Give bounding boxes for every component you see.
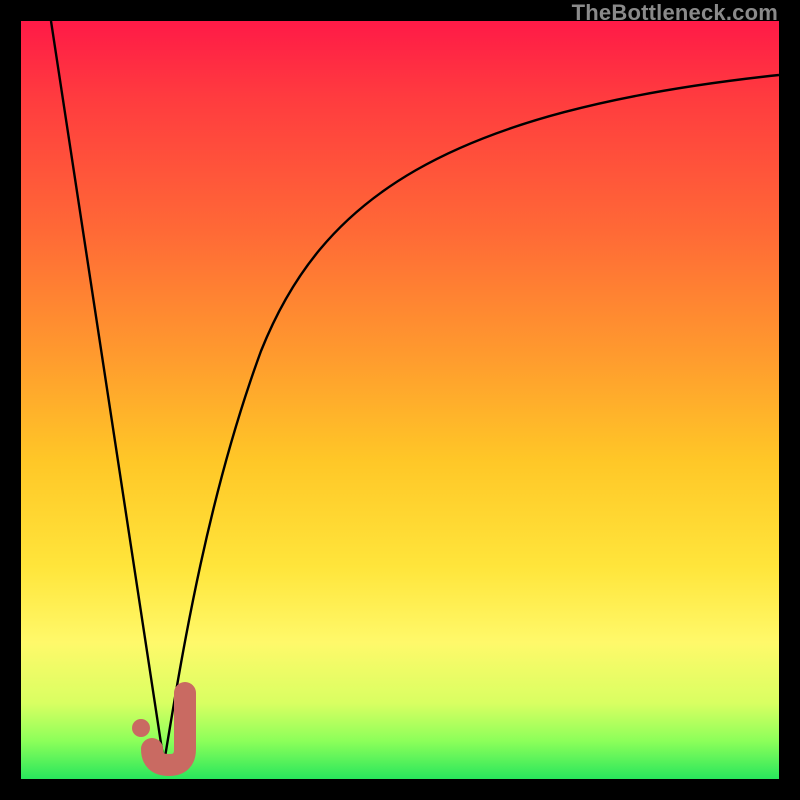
curve-left-branch — [51, 21, 164, 763]
j-marker-dot — [132, 719, 150, 737]
curve-right-branch — [164, 75, 779, 763]
chart-overlay — [21, 21, 779, 779]
chart-frame: TheBottleneck.com — [0, 0, 800, 800]
